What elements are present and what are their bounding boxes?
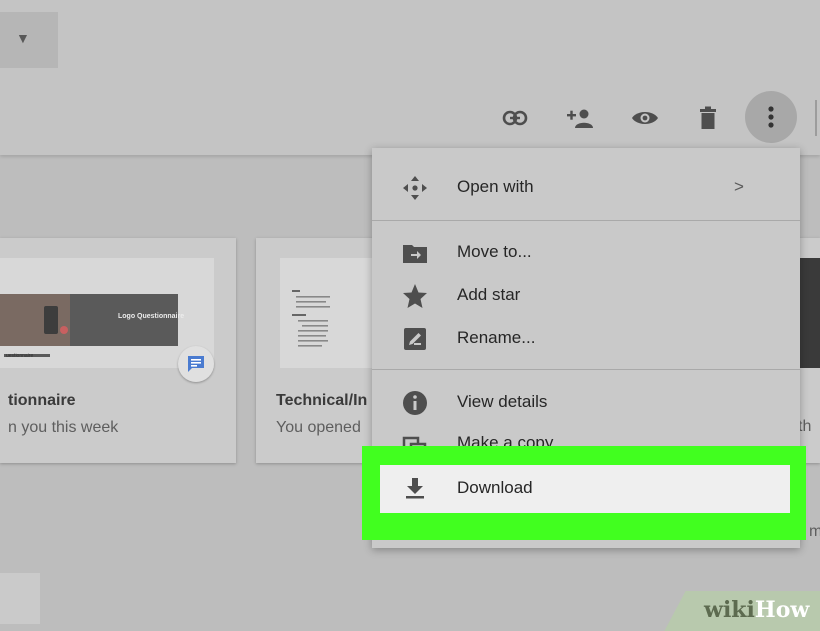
menu-item-label: View details: [457, 392, 548, 411]
file-subtitle: You opened: [276, 419, 361, 436]
caret-down-icon: ▼: [16, 30, 30, 46]
thumb-banner-text: Logo Questionnaire: [118, 313, 185, 320]
file-card[interactable]: Logo Questionnaire uestionnaire tionnair…: [0, 238, 236, 463]
trash-icon[interactable]: [688, 96, 728, 140]
comment-icon: [188, 356, 204, 372]
wikihow-watermark: wikiHow: [704, 597, 810, 623]
more-options-button[interactable]: [745, 91, 797, 143]
file-title: Technical/In: [276, 392, 368, 409]
thumb-caption-text: uestionnaire: [6, 353, 34, 359]
menu-item-view-details[interactable]: View details: [372, 380, 800, 424]
card-edge-text: th: [798, 418, 812, 435]
card-edge-text: m: [809, 523, 820, 540]
more-vert-icon: [768, 106, 774, 128]
menu-item-label: Open with: [457, 177, 534, 196]
file-subtitle: n you this week: [8, 419, 119, 436]
folder-move-icon: [402, 240, 428, 266]
menu-divider: [372, 369, 800, 370]
file-card[interactable]: Technical/In You opened: [256, 238, 376, 463]
menu-item-label: Rename...: [457, 328, 536, 347]
file-title: tionnaire: [8, 392, 76, 409]
dropdown-selector[interactable]: ▼: [0, 12, 58, 68]
menu-item-rename[interactable]: Rename...: [372, 316, 800, 360]
menu-item-label: Download: [457, 478, 533, 497]
menu-item-download[interactable]: Download: [380, 465, 790, 513]
eye-icon[interactable]: [625, 96, 665, 140]
info-icon: [402, 390, 428, 416]
move-arrows-icon: [402, 175, 428, 201]
link-icon[interactable]: [495, 96, 535, 140]
menu-item-label: Move to...: [457, 242, 532, 261]
download-icon: [402, 475, 428, 501]
menu-item-add-star[interactable]: Add star: [372, 273, 800, 317]
star-icon: [402, 283, 428, 309]
menu-divider: [372, 220, 800, 221]
file-card[interactable]: [0, 573, 40, 624]
file-thumbnail: [280, 258, 376, 368]
comment-badge[interactable]: [178, 346, 214, 382]
rename-icon: [402, 326, 428, 352]
menu-item-label: Add star: [457, 285, 521, 304]
top-bar: ▼: [0, 0, 820, 155]
add-person-icon[interactable]: [560, 96, 600, 140]
menu-item-open-with[interactable]: Open with >: [372, 165, 800, 209]
chevron-right-icon: >: [734, 177, 744, 196]
menu-item-move-to[interactable]: Move to...: [372, 230, 800, 274]
toolbar-divider: [815, 100, 817, 136]
